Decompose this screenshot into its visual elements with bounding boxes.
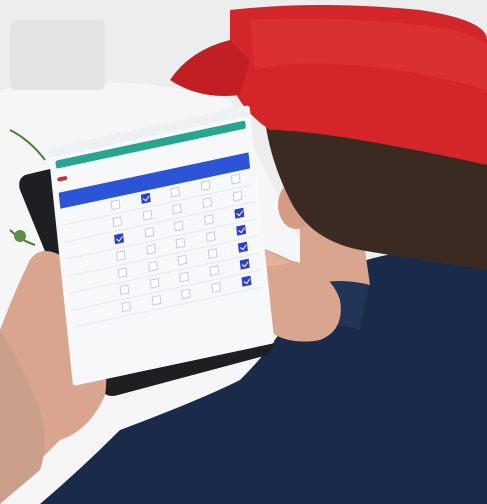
checkbox	[209, 265, 220, 276]
checkbox	[176, 237, 186, 249]
checkbox	[200, 180, 211, 191]
checkbox	[206, 231, 216, 242]
checklist-table	[58, 152, 263, 328]
checkbox	[112, 216, 123, 228]
chair-back	[10, 20, 105, 90]
checkbox	[115, 250, 126, 262]
checked-checkbox	[238, 241, 248, 253]
checkbox	[172, 203, 183, 215]
checked-checkbox	[234, 207, 245, 219]
checkbox	[147, 260, 158, 272]
checkbox	[177, 254, 188, 266]
checkbox	[232, 190, 243, 202]
checkbox	[149, 277, 160, 289]
checked-checkbox	[241, 275, 252, 287]
plant-leaf	[14, 230, 26, 242]
checkbox	[170, 186, 181, 198]
checked-checkbox	[114, 233, 124, 245]
checkbox	[145, 243, 156, 255]
checkbox	[179, 271, 190, 283]
checked-checkbox	[239, 258, 250, 270]
checkbox	[174, 220, 185, 232]
checked-checkbox	[236, 224, 247, 236]
checkbox	[144, 226, 154, 238]
tablet-screen	[48, 105, 275, 386]
checkbox	[117, 267, 128, 279]
checkbox	[230, 173, 241, 185]
checkbox	[151, 294, 162, 306]
checkbox	[202, 197, 213, 208]
checkbox	[119, 284, 130, 296]
checked-checkbox	[140, 192, 151, 204]
checkbox	[142, 209, 153, 221]
red-action-button	[57, 175, 68, 182]
checkbox	[211, 282, 222, 293]
checkbox	[110, 199, 121, 211]
checkbox	[207, 248, 218, 259]
checkbox	[181, 288, 192, 300]
checkbox	[204, 214, 215, 225]
checkbox	[121, 301, 131, 313]
